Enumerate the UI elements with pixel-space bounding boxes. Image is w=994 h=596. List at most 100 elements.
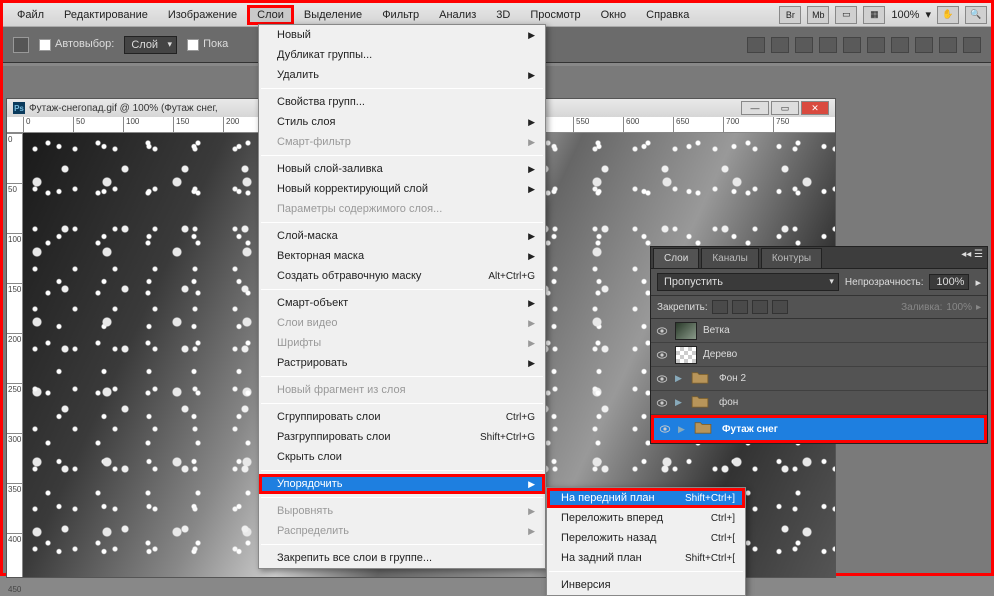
expand-icon[interactable]: ▶ — [678, 424, 688, 435]
eye-icon[interactable] — [656, 327, 668, 335]
menu-item[interactable]: Векторная маска▶ — [259, 246, 545, 266]
layer-name: фон — [719, 397, 738, 408]
menu-item[interactable]: Сгруппировать слоиCtrl+G — [259, 407, 545, 427]
menu-select[interactable]: Выделение — [294, 5, 372, 25]
menu-file[interactable]: Файл — [7, 5, 54, 25]
lock-label: Закрепить: — [657, 302, 708, 313]
layer-thumbnail[interactable] — [675, 322, 697, 340]
menu-image[interactable]: Изображение — [158, 5, 247, 25]
panel-tabbar: Слои Каналы Контуры ◂◂ ☰ — [651, 247, 987, 269]
folder-icon — [691, 394, 709, 408]
submenu-item[interactable]: Переложить впередCtrl+] — [547, 508, 745, 528]
menu-item[interactable]: Упорядочить▶ — [259, 474, 545, 494]
lock-transparency-icon[interactable] — [712, 300, 728, 314]
opacity-input[interactable]: 100% — [929, 274, 969, 290]
submenu-item[interactable]: Переложить назадCtrl+[ — [547, 528, 745, 548]
folder-icon — [694, 420, 712, 434]
align-icon-4[interactable] — [819, 37, 837, 53]
menu-item[interactable]: Смарт-объект▶ — [259, 293, 545, 313]
panel-collapse-icon[interactable]: ◂◂ ☰ — [961, 249, 983, 260]
autoselect-checkbox[interactable] — [39, 39, 51, 51]
menu-item[interactable]: Новый корректирующий слой▶ — [259, 179, 545, 199]
menu-item[interactable]: Свойства групп... — [259, 92, 545, 112]
zoom-value[interactable]: 100% — [891, 9, 919, 21]
menu-view[interactable]: Просмотр — [520, 5, 590, 25]
submenu-item[interactable]: На задний планShift+Ctrl+[ — [547, 548, 745, 568]
arrange-icon[interactable]: ▦ — [863, 6, 885, 24]
menu-edit[interactable]: Редактирование — [54, 5, 158, 25]
align-icon-9[interactable] — [939, 37, 957, 53]
eye-icon[interactable] — [659, 425, 671, 433]
hand-icon[interactable]: ✋ — [937, 6, 959, 24]
lock-all-icon[interactable] — [772, 300, 788, 314]
menu-item[interactable]: Скрыть слои — [259, 447, 545, 467]
tab-paths[interactable]: Контуры — [761, 248, 822, 268]
menu-item[interactable]: Удалить▶ — [259, 65, 545, 85]
menu-window[interactable]: Окно — [591, 5, 637, 25]
menu-3d[interactable]: 3D — [486, 5, 520, 25]
mb-icon[interactable]: Mb — [807, 6, 829, 24]
eye-icon[interactable] — [656, 351, 668, 359]
layer-row[interactable]: ▶Фон 2 — [651, 367, 987, 391]
layer-row[interactable]: ▶ фон — [651, 391, 987, 415]
layer-name: Дерево — [703, 349, 737, 360]
eye-icon[interactable] — [656, 375, 668, 383]
lock-position-icon[interactable] — [752, 300, 768, 314]
menu-item[interactable]: Новый▶ — [259, 25, 545, 45]
align-icon-6[interactable] — [867, 37, 885, 53]
align-icon-5[interactable] — [843, 37, 861, 53]
menu-item[interactable]: Дубликат группы... — [259, 45, 545, 65]
show-checkbox[interactable] — [187, 39, 199, 51]
br-icon[interactable]: Br — [779, 6, 801, 24]
menu-item[interactable]: Создать обтравочную маскуAlt+Ctrl+G — [259, 266, 545, 286]
fill-input[interactable]: 100% — [946, 302, 972, 313]
layer-thumbnail[interactable] — [675, 346, 697, 364]
lock-pixels-icon[interactable] — [732, 300, 748, 314]
align-icons — [747, 37, 981, 53]
window-close-button[interactable]: ✕ — [801, 101, 829, 115]
blend-mode-dropdown[interactable]: Пропустить — [657, 273, 839, 291]
fill-arrow-icon[interactable]: ▸ — [976, 302, 981, 313]
zoom-icon[interactable]: 🔍 — [965, 6, 987, 24]
eye-icon[interactable] — [656, 399, 668, 407]
submenu-arrow-icon: ▶ — [528, 231, 535, 242]
layer-list: ВеткаДерево▶Фон 2▶фон▶Футаж снег — [651, 319, 987, 443]
zoom-dropdown-icon[interactable]: ▾ — [925, 8, 931, 21]
layer-row[interactable]: ▶Футаж снег — [651, 415, 987, 443]
menu-analysis[interactable]: Анализ — [429, 5, 486, 25]
align-icon-3[interactable] — [795, 37, 813, 53]
layer-row[interactable]: Дерево — [651, 343, 987, 367]
submenu-item[interactable]: На передний планShift+Ctrl+] — [547, 488, 745, 508]
submenu-arrow-icon: ▶ — [528, 526, 535, 537]
menu-layers[interactable]: Слои — [247, 5, 294, 25]
menu-item[interactable]: Слой-маска▶ — [259, 226, 545, 246]
align-icon-2[interactable] — [771, 37, 789, 53]
align-icon-1[interactable] — [747, 37, 765, 53]
submenu-item[interactable]: Инверсия — [547, 575, 745, 595]
opacity-arrow-icon[interactable]: ▸ — [975, 276, 981, 289]
document-title: Футаж-снегопад.gif @ 100% (Футаж снег, — [29, 103, 218, 114]
menu-help[interactable]: Справка — [636, 5, 699, 25]
menu-item[interactable]: Закрепить все слои в группе... — [259, 548, 545, 568]
screen-mode-icon[interactable]: ▭ — [835, 6, 857, 24]
menu-item[interactable]: Растрировать▶ — [259, 353, 545, 373]
align-icon-10[interactable] — [963, 37, 981, 53]
move-tool-icon[interactable] — [13, 37, 29, 53]
align-icon-8[interactable] — [915, 37, 933, 53]
expand-icon[interactable]: ▶ — [675, 373, 685, 384]
autoselect-dropdown[interactable]: Слой — [124, 36, 177, 54]
menu-item[interactable]: Разгруппировать слоиShift+Ctrl+G — [259, 427, 545, 447]
menu-item[interactable]: Новый слой-заливка▶ — [259, 159, 545, 179]
align-icon-7[interactable] — [891, 37, 909, 53]
window-minimize-button[interactable]: — — [741, 101, 769, 115]
layer-row[interactable]: Ветка — [651, 319, 987, 343]
window-maximize-button[interactable]: ▭ — [771, 101, 799, 115]
tab-channels[interactable]: Каналы — [701, 248, 759, 268]
menu-item: Новый фрагмент из слоя — [259, 380, 545, 400]
ruler-vertical[interactable]: 0 50 100 150 200 250 300 350 400 450 — [7, 133, 23, 577]
tab-layers[interactable]: Слои — [653, 248, 699, 268]
menu-item[interactable]: Стиль слоя▶ — [259, 112, 545, 132]
submenu-arrow-icon: ▶ — [528, 137, 535, 148]
menu-filter[interactable]: Фильтр — [372, 5, 429, 25]
expand-icon[interactable]: ▶ — [675, 397, 685, 408]
